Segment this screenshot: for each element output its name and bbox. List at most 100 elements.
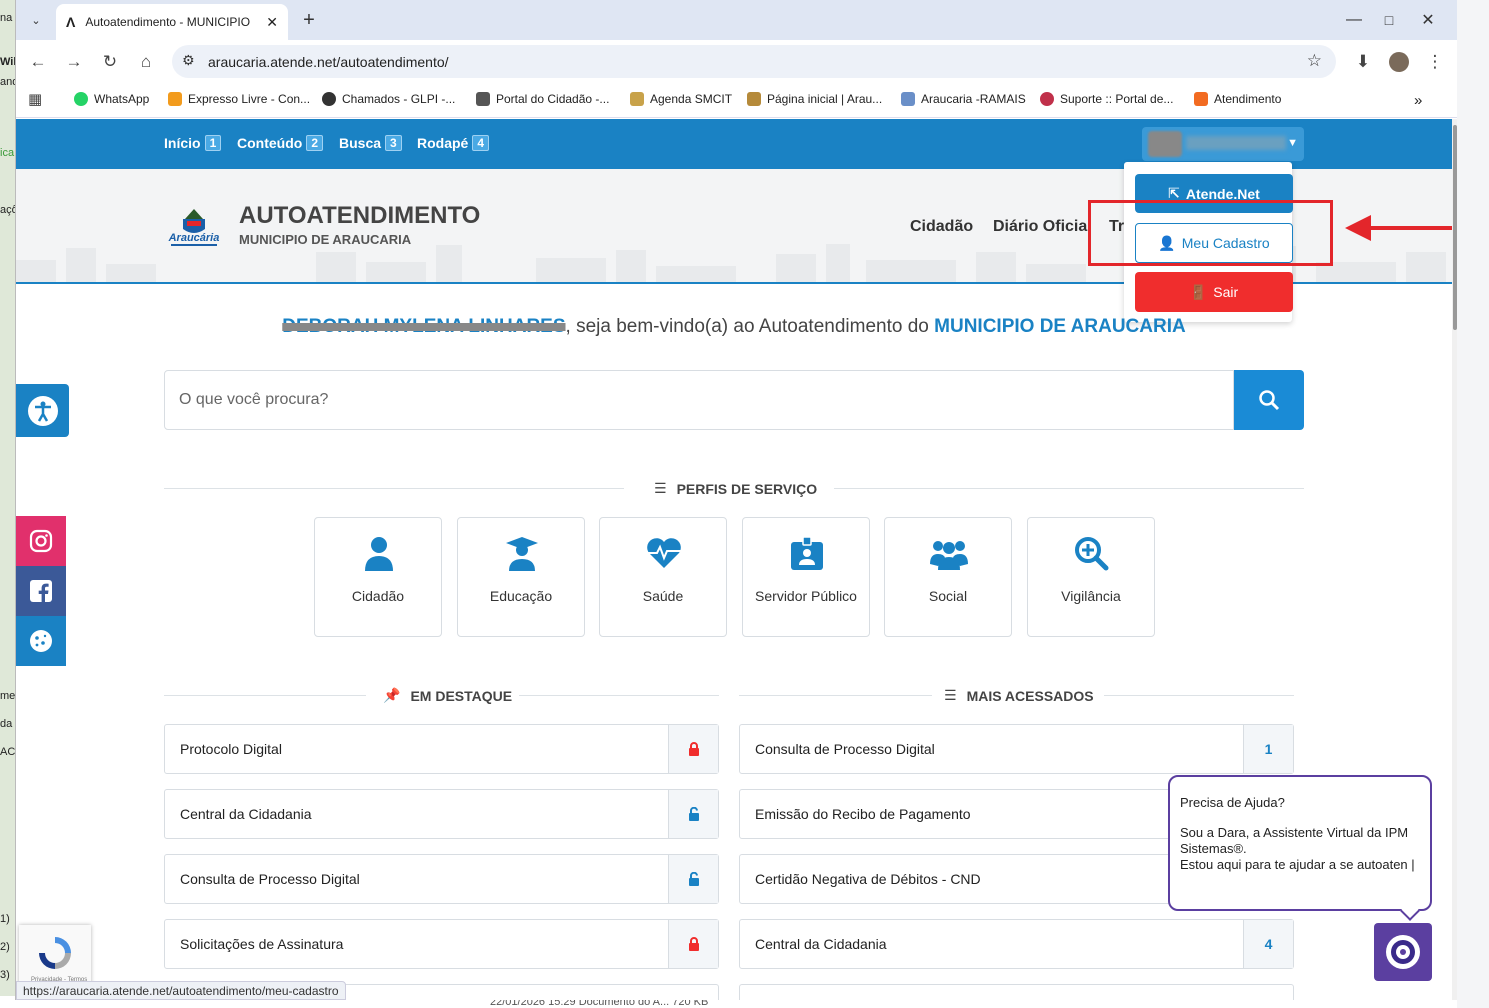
- download-icon[interactable]: ⬇: [1351, 50, 1375, 74]
- instagram-icon: [29, 529, 53, 553]
- menu-kebab-icon[interactable]: ⋮: [1423, 50, 1447, 74]
- user-menu-button[interactable]: ▼: [1142, 127, 1304, 161]
- most-accessed-item[interactable]: Central da Cidadania 4: [739, 919, 1294, 969]
- bookmarks-bar: ▦ WhatsApp Expresso Livre - Con... Chama…: [16, 82, 1457, 118]
- bookmark-whatsapp[interactable]: WhatsApp: [74, 92, 149, 106]
- tab-search-icon[interactable]: ⌄: [24, 8, 48, 32]
- scrollbar-thumb[interactable]: [1453, 125, 1457, 330]
- profile-card-saude[interactable]: Saúde: [599, 517, 727, 637]
- minimize-icon[interactable]: —: [1342, 8, 1366, 32]
- accessibility-button[interactable]: [16, 384, 69, 437]
- chat-title: Precisa de Ajuda?: [1180, 795, 1285, 810]
- bg-fragment: 1): [0, 913, 10, 925]
- profile-avatar[interactable]: [1387, 50, 1411, 74]
- recaptcha-badge[interactable]: Privacidade - Termos: [19, 925, 91, 987]
- tab-bar: ⌄ Λ Autoatendimento - MUNICIPIO ✕ + — □ …: [16, 0, 1457, 40]
- background-window-strip: na Wik and ica açô me da ACA 1) 2) 3): [0, 0, 23, 1008]
- reload-icon[interactable]: ↻: [98, 50, 122, 74]
- bookmark-star-icon[interactable]: ☆: [1307, 51, 1322, 71]
- bookmark-suporte[interactable]: Suporte :: Portal de...: [1040, 92, 1173, 106]
- most-accessed-item[interactable]: Consulta de Processo Digital 1: [739, 724, 1294, 774]
- chat-message-1: Sou a Dara, a Assistente Virtual da IPM …: [1180, 825, 1409, 856]
- search-input[interactable]: O que você procura?: [164, 370, 1234, 430]
- tab-title: Autoatendimento - MUNICIPIO: [85, 15, 251, 29]
- section-heading-destaque: 📌 EM DESTAQUE: [383, 687, 513, 704]
- address-bar[interactable]: ⚙ araucaria.atende.net/autoatendimento/ …: [172, 45, 1336, 78]
- more-bookmarks-icon[interactable]: »: [1414, 92, 1422, 109]
- browser-tab[interactable]: Λ Autoatendimento - MUNICIPIO ✕: [56, 4, 288, 40]
- user-name: DEBORAH MYLENA LINHARES: [282, 316, 566, 337]
- search-button[interactable]: [1234, 370, 1304, 430]
- close-tab-icon[interactable]: ✕: [266, 14, 278, 31]
- sair-button[interactable]: 🚪 Sair: [1135, 272, 1293, 312]
- profile-card-vigilancia[interactable]: Vigilância: [1027, 517, 1155, 637]
- atende-favicon-icon: Λ: [66, 14, 76, 30]
- atendimento-icon: [1194, 92, 1208, 106]
- facebook-icon: [30, 580, 52, 602]
- chat-assistant-button[interactable]: [1374, 923, 1432, 981]
- lock-closed-icon: [668, 725, 718, 773]
- new-tab-button[interactable]: +: [297, 8, 321, 32]
- skip-link-busca[interactable]: Busca 3: [339, 135, 402, 151]
- svg-text:Araucária: Araucária: [168, 232, 220, 244]
- divider: [164, 695, 366, 696]
- user-icon: [365, 537, 393, 571]
- cookie-button[interactable]: [16, 616, 66, 666]
- home-icon[interactable]: ⌂: [134, 50, 158, 74]
- whatsapp-icon: [74, 92, 88, 106]
- bg-fragment: 2): [0, 941, 10, 953]
- facebook-button[interactable]: [16, 566, 66, 616]
- profile-card-educacao[interactable]: Educação: [457, 517, 585, 637]
- araucaria-logo: Araucária: [168, 209, 220, 246]
- bookmark-portal-cidadao[interactable]: Portal do Cidadão -...: [476, 92, 609, 106]
- featured-item[interactable]: Protocolo Digital: [164, 724, 719, 774]
- bg-fragment: na: [0, 12, 13, 24]
- section-heading-mais-acessados: ☰ MAIS ACESSADOS: [944, 687, 1094, 704]
- lock-open-icon: [668, 790, 718, 838]
- menu-cidadao[interactable]: Cidadão: [910, 218, 973, 236]
- bookmark-atendimento[interactable]: Atendimento: [1194, 92, 1281, 106]
- caret-down-icon: ▼: [1287, 137, 1298, 149]
- profile-card-cidadao[interactable]: Cidadão: [314, 517, 442, 637]
- forward-icon[interactable]: →: [62, 50, 86, 74]
- featured-item[interactable]: Consulta de Processo Digital: [164, 854, 719, 904]
- bookmark-glpi[interactable]: Chamados - GLPI -...: [322, 92, 455, 106]
- profile-card-servidor[interactable]: Servidor Público: [742, 517, 870, 637]
- municipality-name: MUNICIPIO DE ARAUCARIA: [934, 316, 1186, 337]
- rank-badge: 1: [1243, 725, 1293, 773]
- featured-item[interactable]: Solicitações de Assinatura: [164, 919, 719, 969]
- bookmark-expresso[interactable]: Expresso Livre - Con...: [168, 92, 310, 106]
- back-icon[interactable]: ←: [26, 50, 50, 74]
- instagram-button[interactable]: [16, 516, 66, 566]
- featured-item[interactable]: Central da Cidadania: [164, 789, 719, 839]
- logout-door-icon: 🚪: [1189, 283, 1208, 300]
- bookmark-ramais[interactable]: Araucaria -RAMAIS: [901, 92, 1026, 106]
- layers-icon: ☰: [654, 480, 667, 496]
- recaptcha-icon: [39, 937, 71, 969]
- url-text: araucaria.atende.net/autoatendimento/: [208, 53, 449, 70]
- browser-toolbar: ← → ↻ ⌂ ⚙ araucaria.atende.net/autoatend…: [16, 40, 1457, 82]
- browser-window: ⌄ Λ Autoatendimento - MUNICIPIO ✕ + — □ …: [15, 0, 1457, 1000]
- lock-open-icon: [668, 855, 718, 903]
- chat-message-2: Estou aqui para te ajudar a se autoaten …: [1180, 857, 1415, 872]
- skip-link-conteudo[interactable]: Conteúdo 2: [237, 135, 324, 151]
- glpi-icon: [322, 92, 336, 106]
- bookmark-pagina-inicial[interactable]: Página inicial | Arau...: [747, 92, 882, 106]
- portal-icon: [476, 92, 490, 106]
- skip-link-inicio[interactable]: Início 1: [164, 135, 222, 151]
- chat-bubble[interactable]: Precisa de Ajuda? Sou a Dara, a Assisten…: [1168, 775, 1432, 921]
- expresso-icon: [168, 92, 182, 106]
- site-settings-icon[interactable]: ⚙: [182, 52, 195, 69]
- most-accessed-item-partial[interactable]: [739, 984, 1294, 1000]
- suporte-icon: [1040, 92, 1054, 106]
- profile-card-social[interactable]: Social: [884, 517, 1012, 637]
- heart-pulse-icon: [647, 538, 681, 568]
- maximize-icon[interactable]: □: [1377, 8, 1401, 32]
- apps-grid-icon[interactable]: ▦: [28, 90, 42, 108]
- araucaria-icon: [747, 92, 761, 106]
- menu-diario-oficial[interactable]: Diário Oficial: [993, 218, 1092, 236]
- bookmark-agenda[interactable]: Agenda SMCIT: [630, 92, 732, 106]
- skip-link-rodape[interactable]: Rodapé 4: [417, 135, 490, 151]
- close-window-icon[interactable]: ✕: [1416, 8, 1440, 32]
- bg-fragment: ica: [0, 147, 15, 159]
